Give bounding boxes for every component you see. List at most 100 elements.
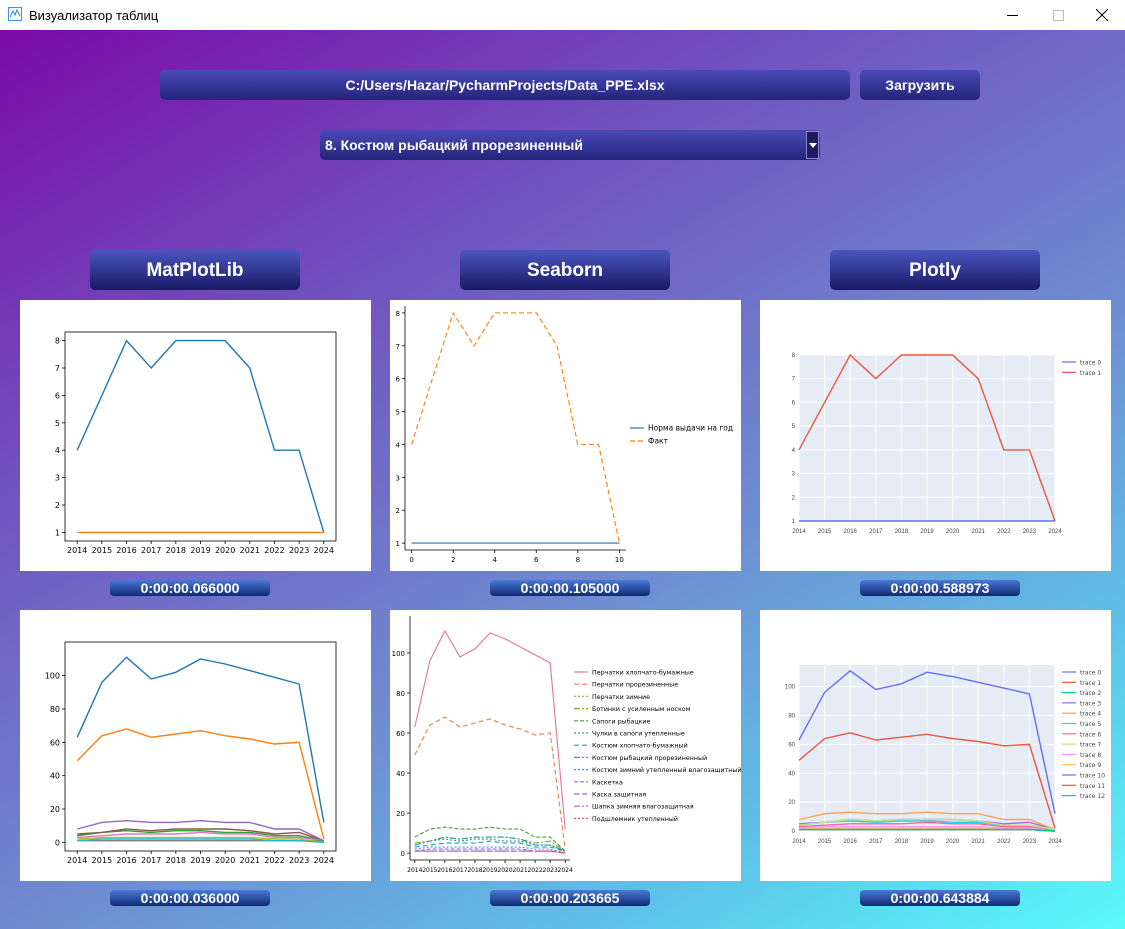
close-button[interactable] bbox=[1079, 0, 1125, 30]
y-tick-label: 2 bbox=[792, 495, 796, 501]
y-tick-label: 2 bbox=[55, 501, 60, 510]
legend-label: Факт bbox=[648, 437, 669, 446]
timing-seaborn-bottom: 0:00:00.203665 bbox=[490, 890, 650, 906]
item-select[interactable]: 8. Костюм рыбацкий прорезиненный bbox=[320, 130, 820, 160]
y-tick-label: 80 bbox=[788, 714, 795, 720]
y-tick-label: 1 bbox=[55, 528, 60, 537]
x-tick-label: 2015 bbox=[92, 856, 112, 865]
series-line-8 bbox=[414, 846, 566, 854]
file-path-field[interactable]: C:/Users/Hazar/PycharmProjects/Data_PPE.… bbox=[160, 70, 850, 100]
legend-label: Сапоги рыбацкие bbox=[592, 717, 651, 725]
close-icon bbox=[1096, 9, 1108, 21]
title-bar: Визуализатор таблиц bbox=[0, 0, 1125, 30]
legend-label: trace 1 bbox=[1080, 370, 1101, 377]
x-tick-label: 10 bbox=[615, 556, 624, 564]
x-tick-label: 2023 bbox=[289, 856, 309, 865]
legend-label: Чулки в сапоги утепленные bbox=[592, 731, 685, 738]
y-tick-label: 6 bbox=[55, 391, 60, 400]
timing-plotly-top: 0:00:00.588973 bbox=[860, 580, 1020, 596]
x-tick-label: 0 bbox=[409, 556, 413, 564]
legend-label: trace 0 bbox=[1080, 360, 1101, 367]
legend-label: trace 1 bbox=[1080, 680, 1101, 687]
x-tick-label: 2022 bbox=[997, 839, 1011, 845]
legend-label: Костюм рыбацкий прорезиненный bbox=[592, 754, 707, 762]
x-tick-label: 2017 bbox=[869, 529, 883, 535]
legend-label: Норма выдачи на год bbox=[648, 424, 733, 433]
y-tick-label: 0 bbox=[55, 838, 60, 847]
y-tick-label: 7 bbox=[396, 343, 400, 351]
matplotlib-chart-bottom: 0 20 40 60 80 100 2014 2015 2016 2017 2018 2019 2020… bbox=[20, 610, 371, 881]
y-tick-label: 7 bbox=[792, 377, 796, 383]
x-tick-label: 2014 bbox=[792, 529, 806, 535]
y-tick-label: 6 bbox=[396, 376, 401, 384]
load-button[interactable]: Загрузить bbox=[860, 70, 980, 100]
main-window: C:/Users/Hazar/PycharmProjects/Data_PPE.… bbox=[0, 30, 1125, 929]
y-tick-label: 0 bbox=[401, 850, 405, 858]
x-tick-label: 2015 bbox=[92, 546, 112, 555]
y-tick-label: 20 bbox=[50, 805, 60, 814]
series-line-0 bbox=[414, 629, 566, 830]
y-tick-label: 100 bbox=[785, 685, 796, 691]
x-tick-label: 2022 bbox=[997, 529, 1011, 535]
legend-label: Ботинки с усиленным носком bbox=[592, 706, 691, 713]
x-tick-label: 2019 bbox=[482, 867, 497, 874]
y-tick-label: 4 bbox=[55, 446, 60, 455]
x-tick-label: 2017 bbox=[141, 546, 161, 555]
maximize-button[interactable] bbox=[1035, 0, 1081, 30]
plotly-chart-top: 1 2 3 4 5 6 7 8 2014 2015 2016 2017 2018 2019 2020 2021… bbox=[760, 300, 1111, 571]
y-tick-label: 100 bbox=[45, 672, 60, 681]
timing-matplotlib-top: 0:00:00.066000 bbox=[110, 580, 270, 596]
y-tick-label: 40 bbox=[788, 771, 795, 777]
legend-label: Шапка зимняя влагозащитная bbox=[592, 804, 694, 811]
x-tick-label: 2019 bbox=[190, 546, 210, 555]
x-tick-label: 2018 bbox=[166, 856, 186, 865]
x-tick-label: 2016 bbox=[116, 546, 136, 555]
legend-label: trace 7 bbox=[1080, 742, 1101, 749]
y-tick-label: 1 bbox=[396, 540, 400, 548]
series-line-1 bbox=[411, 311, 620, 544]
y-tick-label: 3 bbox=[55, 474, 60, 483]
item-select-value: 8. Костюм рыбацкий прорезиненный bbox=[325, 137, 583, 153]
chart-svg: 1 2 3 4 5 6 7 8 2014 2015 2016 2017 2018 2019 2020 2021… bbox=[55, 331, 337, 555]
series-line-0 bbox=[76, 656, 325, 823]
seaborn-chart-top: 1 2 3 4 5 6 7 8 0 2 4 6 8 10 Норма выдачи на год Факт bbox=[390, 300, 741, 571]
legend-label: trace 4 bbox=[1080, 711, 1101, 718]
x-tick-label: 2017 bbox=[452, 867, 467, 874]
legend-label: trace 2 bbox=[1080, 690, 1101, 697]
y-tick-label: 3 bbox=[396, 474, 400, 482]
y-tick-label: 8 bbox=[396, 310, 400, 318]
timing-seaborn-top: 0:00:00.105000 bbox=[490, 580, 650, 596]
x-tick-label: 2020 bbox=[946, 839, 960, 845]
legend-label: Каскетка bbox=[592, 779, 623, 786]
seaborn-chart-bottom: 0 20 40 60 80 100 2014 2015 2016 2017 2018 2019 2020… bbox=[390, 610, 741, 881]
series-line-7 bbox=[77, 836, 324, 844]
y-tick-label: 8 bbox=[792, 353, 796, 359]
chevron-down-icon[interactable] bbox=[806, 131, 819, 159]
x-tick-label: 2024 bbox=[314, 856, 334, 865]
x-tick-label: 2018 bbox=[467, 867, 482, 874]
matplotlib-button[interactable]: MatPlotLib bbox=[90, 250, 300, 290]
legend-label: Перчатки хлопчато-бумажные bbox=[592, 669, 694, 677]
x-tick-label: 2018 bbox=[895, 529, 909, 535]
minimize-button[interactable] bbox=[989, 0, 1035, 30]
series-line-0 bbox=[76, 339, 325, 533]
x-tick-label: 2022 bbox=[527, 867, 542, 874]
plotly-button[interactable]: Plotly bbox=[830, 250, 1040, 290]
seaborn-button[interactable]: Seaborn bbox=[460, 250, 670, 290]
x-tick-label: 2020 bbox=[215, 856, 235, 865]
x-tick-label: 2014 bbox=[67, 546, 87, 555]
chart-svg: 0 20 40 60 80 100 2014 2015 2016 2017 2018 2019 2020… bbox=[785, 665, 1105, 845]
timing-matplotlib-bottom: 0:00:00.036000 bbox=[110, 890, 270, 906]
y-tick-label: 7 bbox=[55, 364, 60, 373]
x-tick-label: 2015 bbox=[818, 839, 832, 845]
minimize-icon bbox=[1006, 14, 1018, 16]
legend-label: trace 6 bbox=[1080, 731, 1101, 738]
legend-label: Перчатки прорезиненные bbox=[592, 682, 678, 689]
x-tick-label: 2017 bbox=[141, 856, 161, 865]
x-tick-label: 2016 bbox=[844, 839, 858, 845]
x-tick-label: 2021 bbox=[240, 546, 260, 555]
x-tick-label: 2018 bbox=[895, 839, 909, 845]
matplotlib-chart-top: 1 2 3 4 5 6 7 8 2014 2015 2016 2017 2018 2019 2020 2021… bbox=[20, 300, 371, 571]
legend-label: Костюм хлопчато-бумажный bbox=[592, 742, 688, 750]
chart-svg: 0 20 40 60 80 100 2014 2015 2016 2017 2018 2019 2020… bbox=[45, 641, 337, 865]
